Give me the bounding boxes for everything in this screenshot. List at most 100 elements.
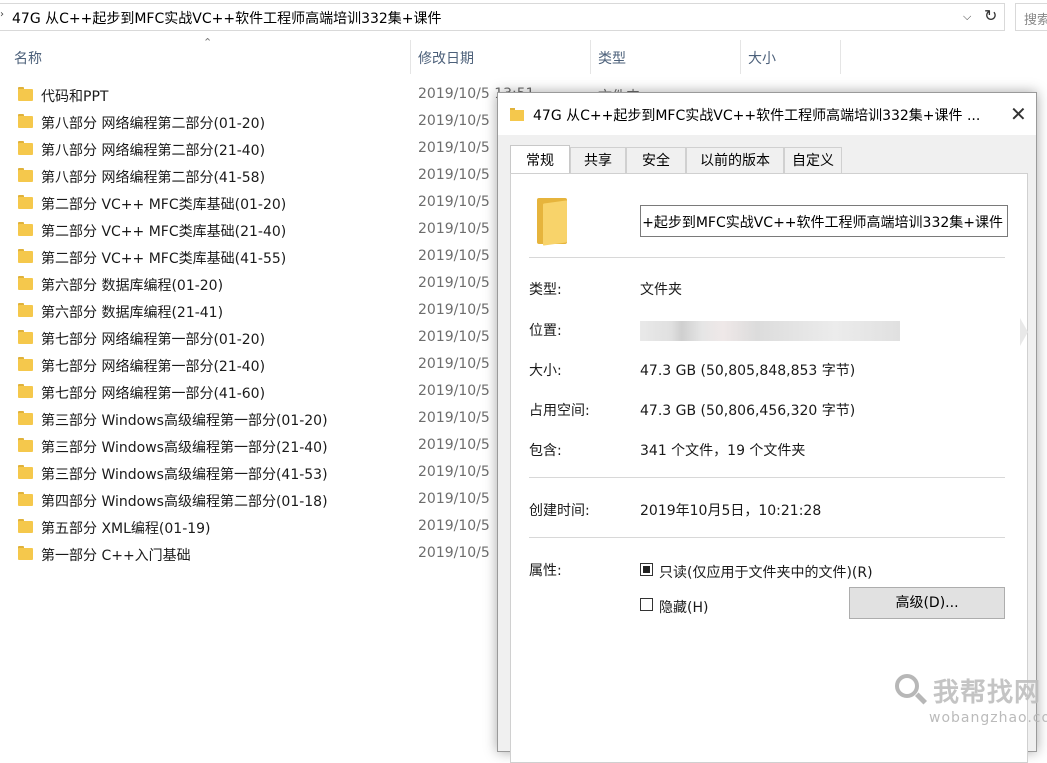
list-item[interactable]: 第二部分 VC++ MFC类库基础(01-20) 2019/10/5 [0,190,500,217]
column-name[interactable]: 名称 [14,48,42,68]
sort-up-icon: ⌃ [203,36,213,49]
disk-size-value: 47.3 GB (50,806,456,320 字节) [640,403,856,419]
column-divider[interactable] [840,40,841,74]
watermark-url: wobangzhao.com [929,710,1047,726]
list-item[interactable]: 第五部分 XML编程(01-19) 2019/10/5 [0,514,500,541]
location-label: 位置: [529,323,562,339]
folder-icon [510,108,524,121]
list-item[interactable]: 第八部分 网络编程第二部分(21-40) 2019/10/5 [0,136,500,163]
list-item[interactable]: 第三部分 Windows高级编程第一部分(41-53) 2019/10/5 [0,460,500,487]
list-item[interactable]: 第七部分 网络编程第一部分(01-20) 2019/10/5 [0,325,500,352]
folder-icon [18,438,33,452]
list-item[interactable]: 第一部分 C++入门基础 2019/10/5 [0,541,500,568]
column-divider[interactable] [740,40,741,74]
location-value-redacted [640,321,900,341]
list-item[interactable]: 第六部分 数据库编程(21-41) 2019/10/5 [0,298,500,325]
file-name: 第五部分 XML编程(01-19) [41,521,211,537]
list-item[interactable]: 第七部分 网络编程第一部分(21-40) 2019/10/5 [0,352,500,379]
history-dropdown-icon[interactable]: ⌵ [963,10,971,24]
address-path[interactable]: 47G 从C++起步到MFC实战VC++软件工程师高端培训332集+课件 [12,8,442,28]
file-date: 2019/10/5 [418,221,490,237]
address-box[interactable]: › 47G 从C++起步到MFC实战VC++软件工程师高端培训332集+课件 ⌵… [0,3,1005,31]
divider [529,477,1005,478]
folder-icon [18,141,33,155]
file-date: 2019/10/5 [418,113,490,129]
file-name: 第一部分 C++入门基础 [41,548,191,564]
advanced-button[interactable]: 高级(D)... [849,587,1005,619]
column-date[interactable]: 修改日期 [418,48,474,68]
list-item[interactable]: 第三部分 Windows高级编程第一部分(01-20) 2019/10/5 [0,406,500,433]
readonly-label[interactable]: 只读(仅应用于文件夹中的文件)(R) [659,562,873,582]
contains-value: 341 个文件，19 个文件夹 [640,443,806,459]
file-name: 第七部分 网络编程第一部分(41-60) [41,386,266,402]
path-chevron-icon[interactable]: › [0,9,4,20]
list-item[interactable]: 第六部分 数据库编程(01-20) 2019/10/5 [0,271,500,298]
file-date: 2019/10/5 [418,545,490,561]
list-item[interactable]: 第三部分 Windows高级编程第一部分(21-40) 2019/10/5 [0,433,500,460]
folder-icon [18,411,33,425]
folder-icon [18,249,33,263]
folder-name-input[interactable]: 从C++起步到MFC实战VC++软件工程师高端培训332集+课件 [640,205,1008,237]
readonly-checkbox[interactable] [640,563,653,576]
contains-label: 包含: [529,443,562,459]
size-label: 大小: [529,363,562,379]
disk-size-label: 占用空间: [529,403,590,419]
list-item[interactable]: 第二部分 VC++ MFC类库基础(21-40) 2019/10/5 [0,217,500,244]
refresh-icon[interactable]: ↻ [984,6,997,25]
search-input[interactable]: 搜索 [1015,3,1047,31]
hidden-label[interactable]: 隐藏(H) [659,597,708,617]
list-item[interactable]: 第八部分 网络编程第二部分(01-20) 2019/10/5 [0,109,500,136]
folder-icon [18,384,33,398]
file-date: 2019/10/5 [418,140,490,156]
file-date: 2019/10/5 [418,383,490,399]
divider [529,257,1005,258]
list-item[interactable]: 第八部分 网络编程第二部分(41-58) 2019/10/5 [0,163,500,190]
properties-dialog: 47G 从C++起步到MFC实战VC++软件工程师高端培训332集+课件 ...… [497,92,1037,763]
file-name: 第八部分 网络编程第二部分(21-40) [41,143,266,159]
file-name: 第三部分 Windows高级编程第一部分(01-20) [41,413,328,429]
close-icon[interactable]: ✕ [1010,102,1027,126]
dialog-title-bar[interactable]: 47G 从C++起步到MFC实战VC++软件工程师高端培训332集+课件 ...… [498,93,1036,135]
tab-previous-versions[interactable]: 以前的版本 [686,147,784,173]
tab-general[interactable]: 常规 [510,145,570,174]
hidden-checkbox[interactable] [640,598,653,611]
file-name: 第二部分 VC++ MFC类库基础(41-55) [41,251,287,267]
column-type[interactable]: 类型 [598,48,626,68]
file-date: 2019/10/5 [418,356,490,372]
attributes-label: 属性: [529,563,562,579]
file-name: 第四部分 Windows高级编程第二部分(01-18) [41,494,328,510]
list-item[interactable]: 第四部分 Windows高级编程第二部分(01-18) 2019/10/5 [0,487,500,514]
list-item[interactable]: 第七部分 网络编程第一部分(41-60) 2019/10/5 [0,379,500,406]
file-date: 2019/10/5 [418,410,490,426]
tab-customize[interactable]: 自定义 [784,147,842,173]
type-label: 类型: [529,282,562,298]
file-date: 2019/10/5 [418,302,490,318]
folder-icon [18,168,33,182]
file-date: 2019/10/5 [418,194,490,210]
list-item[interactable]: 第二部分 VC++ MFC类库基础(41-55) 2019/10/5 [0,244,500,271]
created-label: 创建时间: [529,503,590,519]
file-name: 第三部分 Windows高级编程第一部分(21-40) [41,440,328,456]
list-item[interactable]: 代码和PPT 2019/10/5 13:51 [0,82,535,109]
column-divider[interactable] [590,40,591,74]
size-value: 47.3 GB (50,805,848,853 字节) [640,363,856,379]
type-value: 文件夹 [640,282,682,298]
file-date: 2019/10/5 [418,464,490,480]
file-name: 第六部分 数据库编程(01-20) [41,278,224,294]
search-placeholder: 搜索 [1024,13,1047,28]
address-bar: › 47G 从C++起步到MFC实战VC++软件工程师高端培训332集+课件 ⌵… [0,0,1047,34]
folder-icon [18,222,33,236]
dialog-title: 47G 从C++起步到MFC实战VC++软件工程师高端培训332集+课件 ... [533,108,981,124]
folder-icon [18,303,33,317]
file-date: 2019/10/5 [418,248,490,264]
file-name: 第七部分 网络编程第一部分(01-20) [41,332,266,348]
column-divider[interactable] [410,40,411,74]
column-size[interactable]: 大小 [748,48,776,68]
folder-icon [18,546,33,560]
created-value: 2019年10月5日，10:21:28 [640,503,822,519]
column-headers: ⌃ 名称 修改日期 类型 大小 [0,36,1047,74]
tab-sharing[interactable]: 共享 [570,147,626,173]
folder-icon [18,87,33,101]
tab-security[interactable]: 安全 [626,147,686,173]
file-date: 2019/10/5 [418,275,490,291]
